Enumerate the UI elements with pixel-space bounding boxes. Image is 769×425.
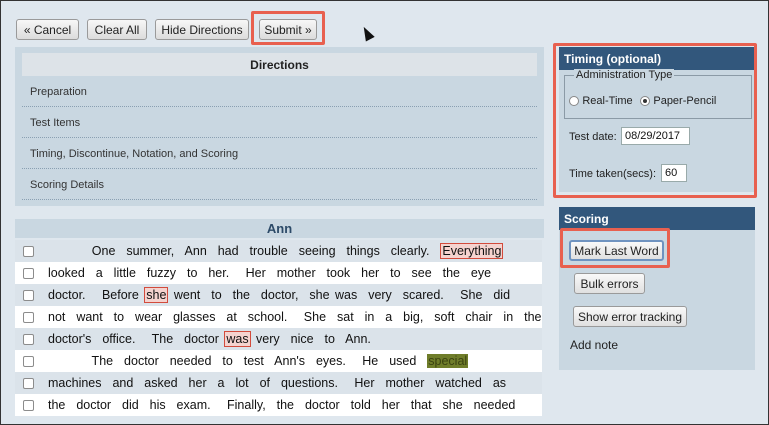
clear-all-button[interactable]: Clear All <box>87 19 147 40</box>
add-note-link[interactable]: Add note <box>570 338 618 352</box>
mark-last-word-highlight-box <box>560 228 670 268</box>
story-line-text[interactable]: doctor's office. The doctor was very nic… <box>48 331 371 347</box>
story-words[interactable]: looked a little fuzzy to her. Her mother… <box>48 266 491 280</box>
directions-title: Directions <box>22 53 537 76</box>
line-checkbox[interactable] <box>23 399 34 411</box>
directions-item-timing[interactable]: Timing, Discontinue, Notation, and Scori… <box>22 139 537 169</box>
error-marked-word[interactable]: was <box>224 331 251 347</box>
story-line-text[interactable]: looked a little fuzzy to her. Her mother… <box>48 266 491 280</box>
story-words[interactable]: machines and asked her a lot of question… <box>48 376 506 390</box>
story-line: doctor's office. The doctor was very nic… <box>15 328 542 350</box>
line-checkbox[interactable] <box>23 267 34 279</box>
line-checkbox[interactable] <box>23 333 34 345</box>
error-marked-word[interactable]: Everything <box>440 243 504 259</box>
line-checkbox[interactable] <box>23 311 34 323</box>
story-line-text[interactable]: the doctor did his exam. Finally, the do… <box>48 398 515 412</box>
timing-highlight-box <box>553 43 757 198</box>
story-line-text[interactable]: The doctor needed to test Ann's eyes. He… <box>48 354 469 368</box>
scoring-title: Scoring <box>559 207 755 230</box>
line-checkbox[interactable] <box>23 377 34 389</box>
highlighted-word[interactable]: special <box>427 354 469 368</box>
directions-panel: Directions Preparation Test Items Timing… <box>15 47 544 206</box>
story-line: The doctor needed to test Ann's eyes. He… <box>15 350 542 372</box>
story-line: One summer, Ann had trouble seeing thing… <box>15 240 542 262</box>
story-line: doctor. Before she went to the doctor, s… <box>15 284 542 306</box>
story-line: looked a little fuzzy to her. Her mother… <box>15 262 542 284</box>
story-words[interactable]: One summer, Ann had trouble seeing thing… <box>48 244 440 258</box>
line-checkbox[interactable] <box>23 355 34 367</box>
story-words[interactable]: the doctor did his exam. Finally, the do… <box>48 398 515 412</box>
story-line: the doctor did his exam. Finally, the do… <box>15 394 542 416</box>
story-line-text[interactable]: not want to wear glasses at school. She … <box>48 310 541 324</box>
directions-item-scoring-details[interactable]: Scoring Details <box>22 170 537 200</box>
submit-highlight-box <box>251 11 325 45</box>
story-title: Ann <box>15 219 544 238</box>
line-checkbox[interactable] <box>23 289 34 301</box>
hide-directions-button[interactable]: Hide Directions <box>155 19 249 40</box>
story-words[interactable]: very nice to Ann. <box>251 332 371 346</box>
story-words[interactable]: The doctor needed to test Ann's eyes. He… <box>48 354 427 368</box>
story-line-text[interactable]: machines and asked her a lot of question… <box>48 376 506 390</box>
bulk-errors-button[interactable]: Bulk errors <box>574 273 645 294</box>
story-words[interactable]: not want to wear glasses at school. She … <box>48 310 541 324</box>
story-line-text[interactable]: doctor. Before she went to the doctor, s… <box>48 287 510 303</box>
directions-item-preparation[interactable]: Preparation <box>22 77 537 107</box>
line-checkbox[interactable] <box>23 245 34 257</box>
cancel-button[interactable]: « Cancel <box>16 19 79 40</box>
story-line: not want to wear glasses at school. She … <box>15 306 542 328</box>
story-line: machines and asked her a lot of question… <box>15 372 542 394</box>
directions-item-test-items[interactable]: Test Items <box>22 108 537 138</box>
error-marked-word[interactable]: she <box>144 287 169 303</box>
story-words[interactable]: doctor. Before <box>48 288 144 302</box>
story-words[interactable]: doctor's office. The doctor <box>48 332 224 346</box>
show-error-tracking-button[interactable]: Show error tracking <box>573 306 687 327</box>
story-line-text[interactable]: One summer, Ann had trouble seeing thing… <box>48 243 504 259</box>
story-words[interactable]: went to the doctor, she was very scared.… <box>168 288 510 302</box>
